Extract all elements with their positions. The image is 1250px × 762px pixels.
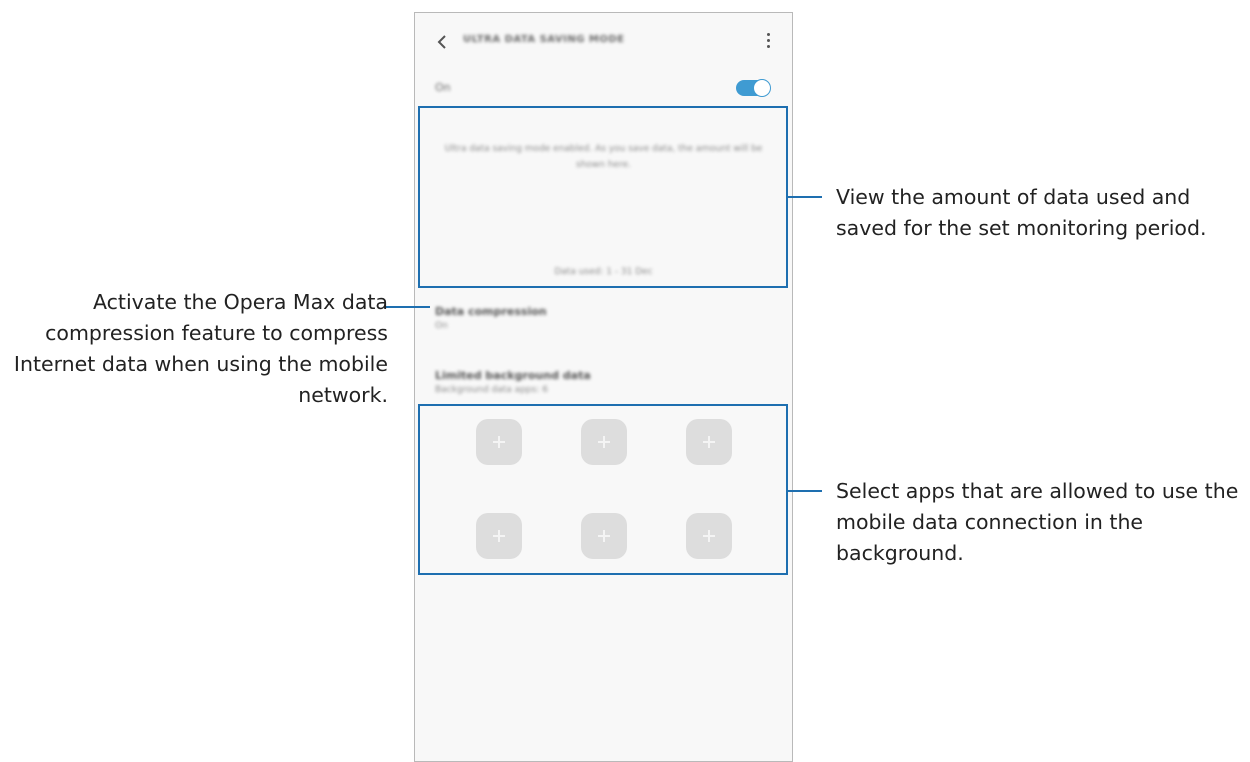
- app-bar: ULTRA DATA SAVING MODE: [415, 13, 792, 67]
- more-vert-icon[interactable]: [764, 31, 772, 53]
- usage-callout-box: [418, 106, 788, 288]
- master-switch-row[interactable]: On: [415, 73, 792, 103]
- apps-callout-text: Select apps that are allowed to use the …: [836, 479, 1239, 565]
- screen-title: ULTRA DATA SAVING MODE: [463, 34, 625, 45]
- usage-callout-text: View the amount of data used and saved f…: [836, 185, 1207, 240]
- apps-callout-box: [418, 404, 788, 575]
- switch-label: On: [435, 81, 451, 94]
- mode-toggle[interactable]: [736, 79, 771, 97]
- limited-background-data-item[interactable]: Limited background data Background data …: [435, 369, 772, 395]
- usage-leader-line: [788, 196, 822, 198]
- list-item-title: Data compression: [435, 305, 547, 318]
- data-compression-item[interactable]: Data compression On: [435, 305, 772, 331]
- list-item-title: Limited background data: [435, 369, 591, 382]
- apps-leader-line: [788, 490, 822, 492]
- list-item-subtitle: On: [435, 321, 448, 331]
- back-arrow-icon[interactable]: [433, 32, 453, 52]
- compression-callout-text: Activate the Opera Max data compression …: [13, 290, 388, 407]
- list-item-subtitle: Background data apps: 6: [435, 385, 548, 395]
- compression-leader-line: [384, 306, 430, 308]
- toggle-knob: [753, 79, 771, 97]
